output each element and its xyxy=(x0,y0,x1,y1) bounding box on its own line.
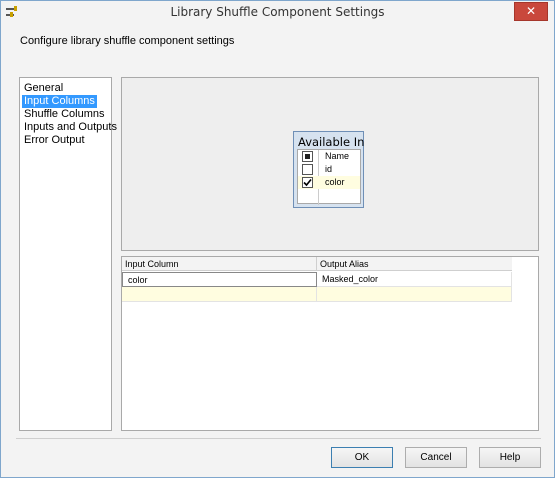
help-button[interactable]: Help xyxy=(479,447,541,468)
input-column-header[interactable]: Input Column xyxy=(122,257,317,271)
available-inputs-title: Available Inp... xyxy=(298,135,364,149)
close-button[interactable]: ✕ xyxy=(514,2,548,21)
footer-divider xyxy=(16,438,541,439)
window-title: Library Shuffle Component Settings xyxy=(170,5,385,19)
dialog-subtitle: Configure library shuffle component sett… xyxy=(20,35,235,47)
id-checkbox[interactable] xyxy=(302,164,313,175)
available-inputs-header-row: Name xyxy=(298,150,360,163)
name-header: Name xyxy=(325,151,350,161)
color-checkbox[interactable] xyxy=(302,177,313,188)
input-column-cell[interactable] xyxy=(122,287,317,302)
output-alias-cell[interactable] xyxy=(317,287,512,302)
title-bar[interactable]: Library Shuffle Component Settings ✕ xyxy=(1,1,554,23)
available-input-label: id xyxy=(325,164,333,174)
output-alias-header[interactable]: Output Alias xyxy=(317,257,512,271)
cancel-button[interactable]: Cancel xyxy=(405,447,467,468)
nav-item-input-columns[interactable]: Input Columns xyxy=(22,95,97,108)
table-row[interactable]: color Masked_color xyxy=(122,272,512,287)
available-input-row[interactable]: id xyxy=(298,163,360,176)
output-alias-cell[interactable]: Masked_color xyxy=(317,272,512,287)
column-designer-panel: Available Inp... Name id color xyxy=(121,77,539,251)
select-all-checkbox[interactable] xyxy=(302,151,313,162)
grid-header: Input Column Output Alias xyxy=(122,257,512,271)
ok-button[interactable]: OK xyxy=(331,447,393,468)
nav-item-inputs-and-outputs[interactable]: Inputs and Outputs xyxy=(22,121,119,134)
available-input-label: color xyxy=(325,177,345,187)
available-inputs-list: Name id color xyxy=(297,149,361,205)
available-inputs-box[interactable]: Available Inp... Name id color xyxy=(293,131,364,208)
nav-item-shuffle-columns[interactable]: Shuffle Columns xyxy=(22,108,107,121)
input-column-cell[interactable]: color xyxy=(122,272,317,287)
new-row[interactable] xyxy=(122,287,512,302)
nav-item-general[interactable]: General xyxy=(22,82,65,95)
available-input-row[interactable]: color xyxy=(298,176,360,189)
column-mapping-grid: Input Column Output Alias color Masked_c… xyxy=(121,256,539,431)
close-icon: ✕ xyxy=(525,4,537,18)
settings-nav-list: General Input Columns Shuffle Columns In… xyxy=(19,77,117,431)
nav-item-error-output[interactable]: Error Output xyxy=(22,134,87,147)
dialog-window: Library Shuffle Component Settings ✕ Con… xyxy=(0,0,555,478)
checkmark-icon xyxy=(303,178,312,187)
